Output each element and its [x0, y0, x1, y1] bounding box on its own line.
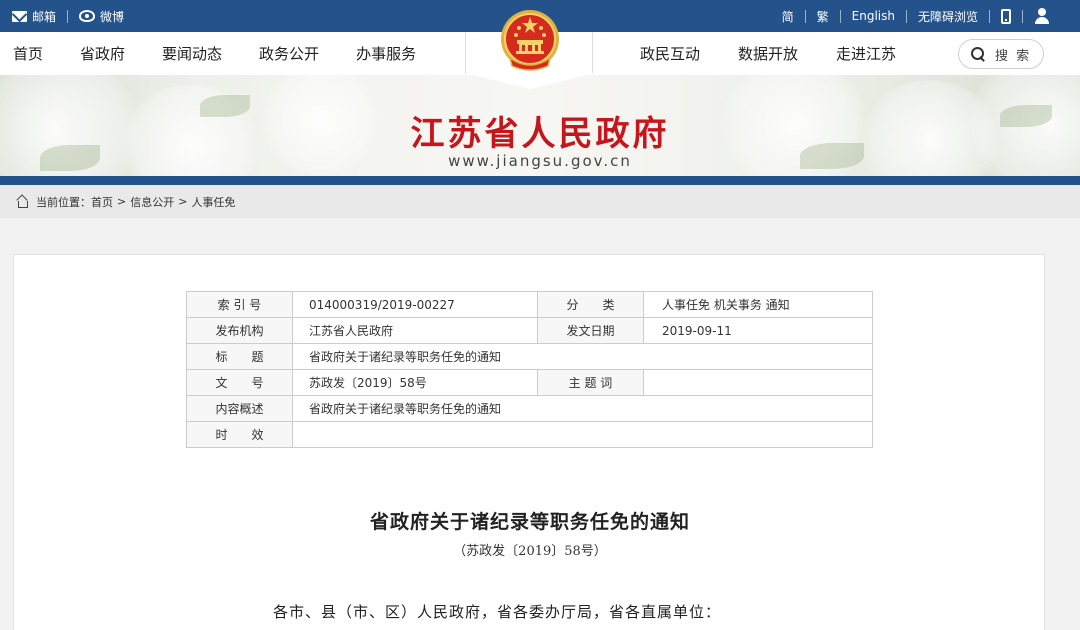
mail-label: 邮箱: [32, 9, 57, 24]
table-row: 内容概述 省政府关于诸纪录等职务任免的通知: [186, 395, 873, 422]
breadcrumb-separator: >: [178, 195, 188, 208]
user-icon[interactable]: [1034, 8, 1050, 24]
doc-no-value: 苏政发〔2019〕58号: [292, 369, 538, 396]
nav-item-provincial-government[interactable]: 省政府: [80, 43, 125, 64]
accessibility-link[interactable]: 无障碍浏览: [918, 8, 978, 25]
doc-no-label: 文 号: [186, 369, 293, 396]
divider: [67, 9, 69, 23]
nav-item-about-jiangsu[interactable]: 走进江苏: [836, 43, 896, 64]
home-icon: [16, 196, 28, 208]
divider: [804, 9, 806, 23]
issuer-label: 发布机构: [186, 317, 293, 344]
weibo-label: 微博: [100, 9, 125, 24]
validity-value: [292, 421, 873, 448]
title-value: 省政府关于诸纪录等职务任免的通知: [292, 343, 873, 370]
table-row: 标 题 省政府关于诸纪录等职务任免的通知: [186, 343, 873, 370]
search-button[interactable]: 搜 索: [958, 39, 1044, 69]
issuer-value: 江苏省人民政府: [292, 317, 538, 344]
date-label: 发文日期: [537, 317, 644, 344]
mobile-icon[interactable]: [1001, 8, 1011, 24]
search-icon: [971, 47, 985, 61]
table-row: 时 效: [186, 421, 873, 448]
keywords-label: 主 题 词: [537, 369, 644, 396]
category-label: 分 类: [537, 291, 644, 318]
nav-item-government-affairs[interactable]: 政务公开: [259, 43, 319, 64]
site-url: www.jiangsu.gov.cn: [448, 152, 632, 170]
breadcrumb-item-home[interactable]: 首页: [91, 194, 113, 210]
nav-item-news[interactable]: 要闻动态: [162, 43, 222, 64]
nav-item-home[interactable]: 首页: [13, 43, 43, 64]
table-row: 索 引 号 014000319/2019-00227 分 类 人事任免 机关事务…: [186, 291, 873, 318]
table-row: 发布机构 江苏省人民政府 发文日期 2019-09-11: [186, 317, 873, 344]
weibo-icon: [79, 10, 96, 22]
breadcrumb: 当前位置： 首页 > 信息公开 > 人事任免: [0, 185, 1080, 218]
divider: [1022, 9, 1023, 23]
summary-value: 省政府关于诸纪录等职务任免的通知: [292, 395, 873, 422]
nav-item-open-data[interactable]: 数据开放: [738, 43, 798, 64]
traditional-chinese-link[interactable]: 繁: [817, 8, 829, 25]
article-panel: 索 引 号 014000319/2019-00227 分 类 人事任免 机关事务…: [13, 254, 1045, 630]
category-value: 人事任免 机关事务 通知: [643, 291, 873, 318]
search-label: 搜 索: [995, 48, 1032, 64]
breadcrumb-label: 当前位置：: [36, 195, 91, 209]
index-no-label: 索 引 号: [186, 291, 293, 318]
divider: [989, 9, 990, 23]
summary-label: 内容概述: [186, 395, 293, 422]
document-metadata-table: 索 引 号 014000319/2019-00227 分 类 人事任免 机关事务…: [186, 291, 873, 448]
breadcrumb-item-info[interactable]: 信息公开: [130, 194, 174, 210]
keywords-value: [643, 369, 873, 396]
breadcrumb-item-appointments[interactable]: 人事任免: [191, 194, 235, 210]
mail-icon: [12, 10, 27, 22]
breadcrumb-separator: >: [117, 195, 127, 208]
document-title: 省政府关于诸纪录等职务任免的通知: [369, 511, 690, 533]
mail-link[interactable]: 邮箱: [12, 8, 56, 25]
site-title: 江苏省人民政府: [410, 114, 670, 154]
validity-label: 时 效: [186, 421, 293, 448]
divider: [905, 9, 907, 23]
date-value: 2019-09-11: [643, 317, 873, 344]
weibo-link[interactable]: 微博: [79, 8, 124, 25]
national-emblem-icon[interactable]: [498, 8, 562, 74]
nav-item-interaction[interactable]: 政民互动: [640, 43, 700, 64]
nav-item-services[interactable]: 办事服务: [356, 43, 416, 64]
table-row: 文 号 苏政发〔2019〕58号 主 题 词: [186, 369, 873, 396]
document-number: （苏政发〔2019〕58号）: [453, 544, 607, 559]
title-label: 标 题: [186, 343, 293, 370]
divider: [839, 9, 841, 23]
banner-strip: [0, 176, 1080, 185]
english-link[interactable]: English: [852, 9, 895, 23]
simplified-chinese-link[interactable]: 简: [782, 8, 794, 25]
document-salutation: 各市、县（市、区）人民政府，省各委办厅局，省各直属单位：: [273, 603, 722, 621]
index-no-value: 014000319/2019-00227: [292, 291, 538, 318]
